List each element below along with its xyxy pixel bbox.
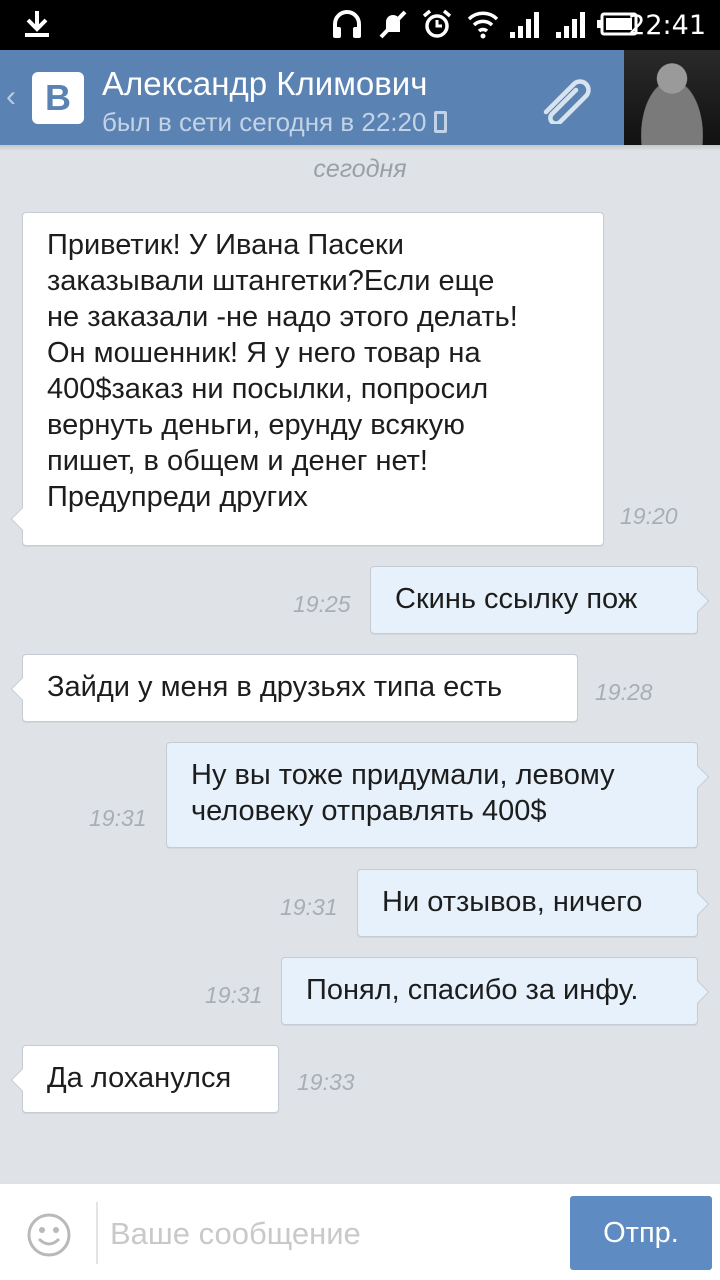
attachment-icon[interactable] [538, 72, 598, 124]
date-separator: сегодня [313, 155, 407, 183]
back-chevron-icon[interactable]: ‹ [6, 80, 16, 114]
message-time: 19:28 [595, 679, 653, 705]
message-bubble-outgoing[interactable]: Скинь ссылку пож [370, 566, 710, 634]
signal-icon-2 [556, 12, 585, 38]
message-input-bar: Отпр. [0, 1183, 720, 1280]
message-time: 19:31 [89, 805, 147, 831]
bubble-tail [10, 677, 34, 701]
signal-icon [510, 12, 539, 38]
message-bubble-incoming[interactable]: Да лоханулся [10, 1045, 279, 1113]
message-text: Скинь ссылку пож [395, 583, 638, 615]
message-bubble-incoming[interactable]: Зайди у меня в друзьях типа есть [10, 654, 578, 722]
avatar[interactable] [624, 50, 720, 145]
message-time: 19:31 [205, 982, 263, 1008]
message-input[interactable] [110, 1204, 550, 1264]
message-time: 19:31 [280, 894, 338, 920]
download-icon [25, 11, 49, 37]
smile-icon[interactable] [26, 1212, 72, 1258]
bubble-tail [686, 765, 710, 789]
alarm-icon [422, 9, 452, 38]
headphones-icon [333, 10, 361, 38]
message-text: Ну вы тоже придумали, левому человеку от… [191, 759, 615, 827]
message-time: 19:25 [293, 591, 351, 617]
send-button[interactable]: Отпр. [570, 1196, 712, 1270]
status-bar: 22:41 [0, 0, 720, 50]
bubble-tail [10, 507, 34, 531]
bubble-tail [686, 980, 710, 1004]
vk-logo[interactable]: B [32, 72, 84, 124]
message-text: Ни отзывов, ничего [382, 886, 643, 918]
bubble-tail [686, 892, 710, 916]
divider [96, 1202, 98, 1264]
message-bubble-outgoing[interactable]: Понял, спасибо за инфу. [281, 957, 710, 1025]
contact-status-text: был в сети сегодня в 22:20 [102, 107, 427, 137]
message-bubble-incoming[interactable]: Приветик! У Ивана Пасеки заказывали штан… [10, 212, 604, 546]
message-text: Понял, спасибо за инфу. [306, 974, 639, 1006]
wifi-icon [467, 11, 499, 39]
message-time: 19:33 [297, 1069, 355, 1095]
mobile-icon [434, 111, 448, 133]
message-bubble-outgoing[interactable]: Ну вы тоже придумали, левому человеку от… [166, 742, 710, 848]
message-time: 19:20 [620, 503, 678, 529]
status-time: 22:41 [628, 10, 706, 41]
header-shadow [0, 145, 720, 151]
message-text: Приветик! У Ивана Пасеки заказывали штан… [47, 229, 518, 513]
bubble-tail [10, 1068, 34, 1092]
message-bubble-outgoing[interactable]: Ни отзывов, ничего [357, 869, 710, 937]
message-text: Зайди у меня в друзьях типа есть [47, 671, 503, 703]
contact-status: был в сети сегодня в 22:20 [102, 107, 448, 138]
mute-icon [379, 10, 407, 39]
chat-header: ‹ B Александр Климович был в сети сегодн… [0, 50, 720, 145]
bubble-tail [686, 589, 710, 613]
message-text: Да лоханулся [47, 1062, 232, 1094]
contact-name[interactable]: Александр Климович [102, 65, 427, 103]
